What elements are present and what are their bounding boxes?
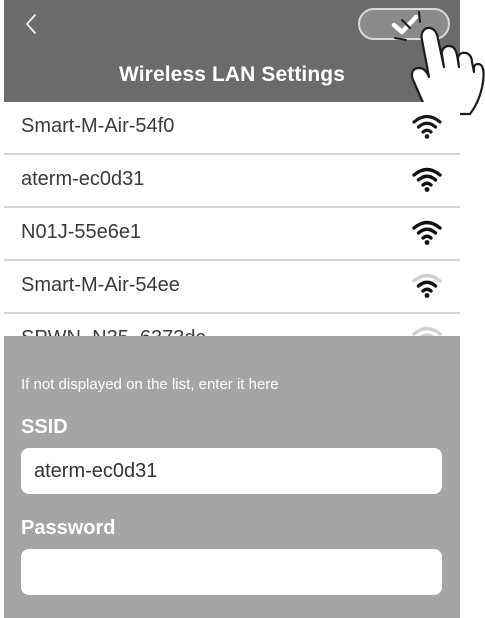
password-label: Password	[21, 517, 116, 539]
manual-entry-panel: If not displayed on the list, enter it h…	[4, 336, 460, 618]
wifi-signal-strong-icon	[412, 220, 442, 245]
ssid-label: SSID	[21, 416, 68, 438]
network-item[interactable]: aterm-ec0d31	[4, 155, 460, 208]
network-item[interactable]: Smart-M-Air-54f0	[4, 102, 460, 155]
ssid-input[interactable]	[21, 448, 442, 494]
network-ssid: aterm-ec0d31	[21, 168, 145, 190]
network-item[interactable]: Smart-M-Air-54ee	[4, 261, 460, 314]
network-ssid: N01J-55e6e1	[21, 221, 142, 243]
wifi-signal-strong-icon	[412, 167, 442, 192]
wifi-signal-weak-icon	[412, 326, 442, 336]
network-ssid: Smart-M-Air-54ee	[21, 274, 180, 296]
wifi-signal-strong-icon	[412, 114, 442, 139]
network-ssid: Smart-M-Air-54f0	[21, 115, 175, 137]
network-ssid: SPWN_N35_6373dc	[21, 327, 206, 336]
network-list: Smart-M-Air-54f0 aterm-ec0d31 N01J-55e6e…	[4, 102, 460, 336]
chevron-left-icon	[26, 14, 36, 34]
back-button[interactable]	[20, 10, 44, 38]
network-item[interactable]: SPWN_N35_6373dc	[4, 314, 460, 336]
password-input[interactable]	[21, 549, 442, 595]
network-item[interactable]: N01J-55e6e1	[4, 208, 460, 261]
wifi-signal-medium-icon	[412, 273, 442, 298]
manual-entry-hint: If not displayed on the list, enter it h…	[21, 376, 279, 393]
